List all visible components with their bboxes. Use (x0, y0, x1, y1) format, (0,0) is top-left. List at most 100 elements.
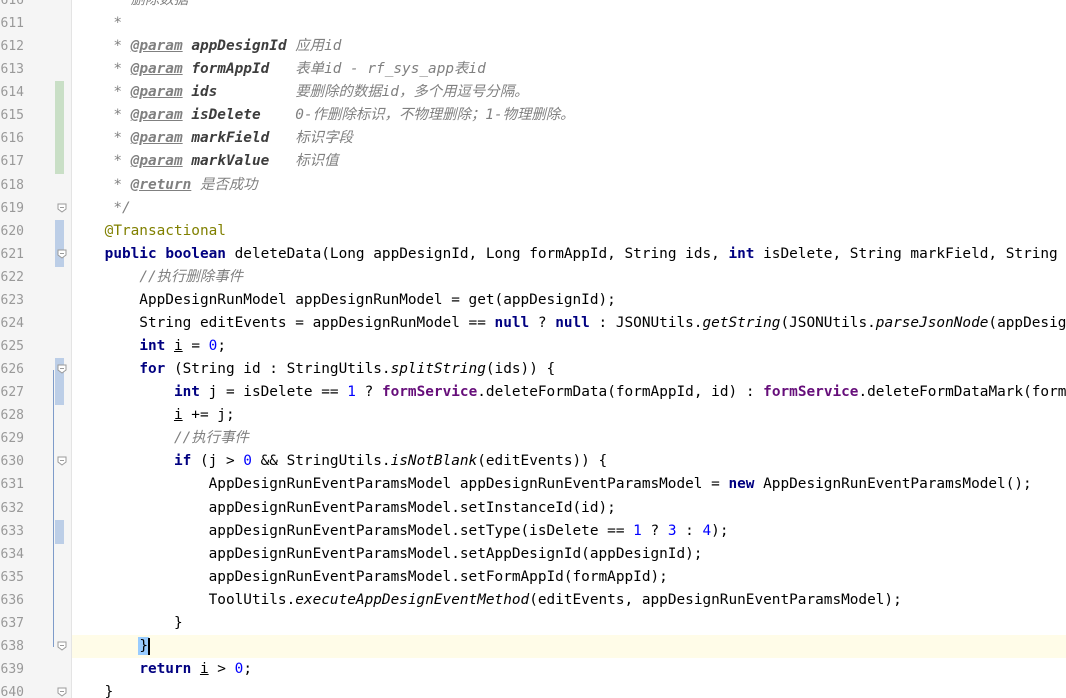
code-line[interactable]: 620 @Transactional (0, 220, 1066, 243)
code-text: * @return 是否成功 (70, 174, 258, 197)
line-number: 616 (0, 0, 24, 8)
code-line[interactable]: 632 appDesignRunEventParamsModel.setInst… (0, 497, 1066, 520)
code-line[interactable]: 631 AppDesignRunEventParamsModel appDesi… (0, 473, 1066, 496)
code-line[interactable]: 615 * @param isDelete 0-作删除标识，不物理删除；1-物理… (0, 104, 1066, 127)
code-text: ToolUtils.executeAppDesignEventMethod(ed… (70, 589, 902, 612)
code-token: 表单id - rf_sys_app表id (269, 61, 486, 78)
code-token: @param (130, 107, 183, 124)
code-token: 0 (234, 661, 244, 678)
code-text: int i = 0; (70, 335, 226, 358)
code-token: int (139, 338, 166, 355)
code-line[interactable]: 621 public boolean deleteData(Long appDe… (0, 243, 1066, 266)
code-token: @Transactional (104, 222, 226, 239)
code-line[interactable]: 623 AppDesignRunModel appDesignRunModel … (0, 289, 1066, 312)
code-token: .deleteFormData(formAppId, id) : (477, 384, 764, 401)
line-number: 615 (0, 108, 24, 124)
code-line[interactable]: 638 } (0, 635, 1066, 658)
code-token: 4 (702, 522, 712, 539)
code-line[interactable]: 633 appDesignRunEventParamsModel.setType… (0, 520, 1066, 543)
code-token: return (139, 661, 192, 678)
code-token: (editEvents)) { (477, 453, 608, 470)
code-line[interactable]: 629 //执行事件 (0, 427, 1066, 450)
code-token: markValue (191, 153, 270, 170)
code-text: public boolean deleteData(Long appDesign… (70, 243, 1066, 266)
code-token: isNotBlank (390, 453, 478, 470)
code-text: //执行删除事件 (70, 266, 243, 289)
code-line[interactable]: 614 * @param ids 要删除的数据id，多个用逗号分隔。 (0, 81, 1066, 104)
code-editor[interactable]: 616 * 删除数据 611 * 612 * @param appDesignId … (0, 0, 1066, 698)
code-text: appDesignRunEventParamsModel.setAppDesig… (70, 543, 703, 566)
code-token: if (173, 453, 192, 470)
code-token: { (546, 361, 556, 378)
code-line[interactable]: 625 int i = 0; (0, 335, 1066, 358)
code-token: @param (130, 38, 183, 55)
code-line[interactable]: 634 appDesignRunEventParamsModel.setAppD… (0, 543, 1066, 566)
code-text: AppDesignRunEventParamsModel appDesignRu… (70, 473, 1032, 496)
code-token: public (104, 245, 157, 262)
code-line[interactable]: 627 int j = isDelete == 1 ? formService.… (0, 381, 1066, 404)
code-token: * (70, 15, 122, 32)
code-token: executeAppDesignEventMethod (295, 591, 530, 608)
code-line[interactable]: 613 * @param formAppId 表单id - rf_sys_app… (0, 58, 1066, 81)
code-line[interactable]: 640 } (0, 681, 1066, 698)
code-token: (String id : StringUtils. (165, 361, 391, 378)
code-token: : (676, 522, 703, 539)
code-line[interactable]: 622 //执行删除事件 (0, 266, 1066, 289)
code-line[interactable]: 624 String editEvents = appDesignRunMode… (0, 312, 1066, 335)
code-line[interactable]: 616 * @param markField 标识字段 (0, 127, 1066, 150)
code-token: 是否成功 (191, 176, 258, 193)
code-token: AppDesignRunEventParamsModel(); (754, 476, 1032, 493)
code-token: 应用id (286, 38, 342, 55)
code-token: * 删除数据 (70, 0, 189, 8)
code-token: for (139, 361, 166, 378)
code-line[interactable]: 635 appDesignRunEventParamsModel.setForm… (0, 566, 1066, 589)
code-token: AppDesignRunEventParamsModel appDesignRu… (70, 476, 729, 493)
line-number: 618 (0, 177, 24, 193)
line-number: 620 (0, 223, 24, 239)
code-line[interactable]: 619 */ (0, 197, 1066, 220)
line-number: 638 (0, 638, 24, 654)
code-token: (ids)) (485, 361, 547, 378)
text-cursor (148, 637, 151, 655)
code-token: parseJsonNode (875, 314, 989, 331)
line-number: 637 (0, 615, 24, 631)
line-number: 611 (0, 16, 24, 32)
code-token: boolean (165, 245, 226, 262)
code-line[interactable]: 616 * 删除数据 (0, 0, 1066, 12)
code-token: getString (702, 314, 781, 331)
code-token: * (70, 130, 131, 147)
code-token: @param (130, 153, 183, 170)
line-number: 629 (0, 431, 24, 447)
code-token: * (70, 61, 131, 78)
code-text: * @param appDesignId 应用id (70, 35, 341, 58)
code-line[interactable]: 611 * (0, 12, 1066, 35)
line-number: 633 (0, 523, 24, 539)
code-line[interactable]: 626 for (String id : StringUtils.splitSt… (0, 358, 1066, 381)
code-text: @Transactional (70, 220, 226, 243)
code-line[interactable]: 628 i += j; (0, 404, 1066, 427)
code-token: : JSONUtils. (589, 314, 703, 331)
code-text: } (70, 612, 183, 635)
code-line[interactable]: 639 return i > 0; (0, 658, 1066, 681)
code-line[interactable]: 612 * @param appDesignId 应用id (0, 35, 1066, 58)
code-line[interactable]: 618 * @return 是否成功 (0, 174, 1066, 197)
line-number: 621 (0, 246, 24, 262)
code-token: * (70, 38, 131, 55)
code-line[interactable]: 630 if (j > 0 && StringUtils.isNotBlank(… (0, 450, 1066, 473)
code-token: //执行删除事件 (139, 268, 243, 285)
code-text: * @param isDelete 0-作删除标识，不物理删除；1-物理删除。 (70, 104, 574, 127)
code-token: appDesignRunEventParamsModel.setAppDesig… (70, 545, 703, 562)
code-line[interactable]: 636 ToolUtils.executeAppDesignEventMetho… (0, 589, 1066, 612)
code-line[interactable]: 637 } (0, 612, 1066, 635)
code-token: formAppId (191, 61, 270, 78)
code-text: //执行事件 (70, 427, 249, 450)
code-line[interactable]: 617 * @param markValue 标识值 (0, 150, 1066, 173)
code-token: appDesignId (191, 38, 287, 55)
line-number: 624 (0, 315, 24, 331)
